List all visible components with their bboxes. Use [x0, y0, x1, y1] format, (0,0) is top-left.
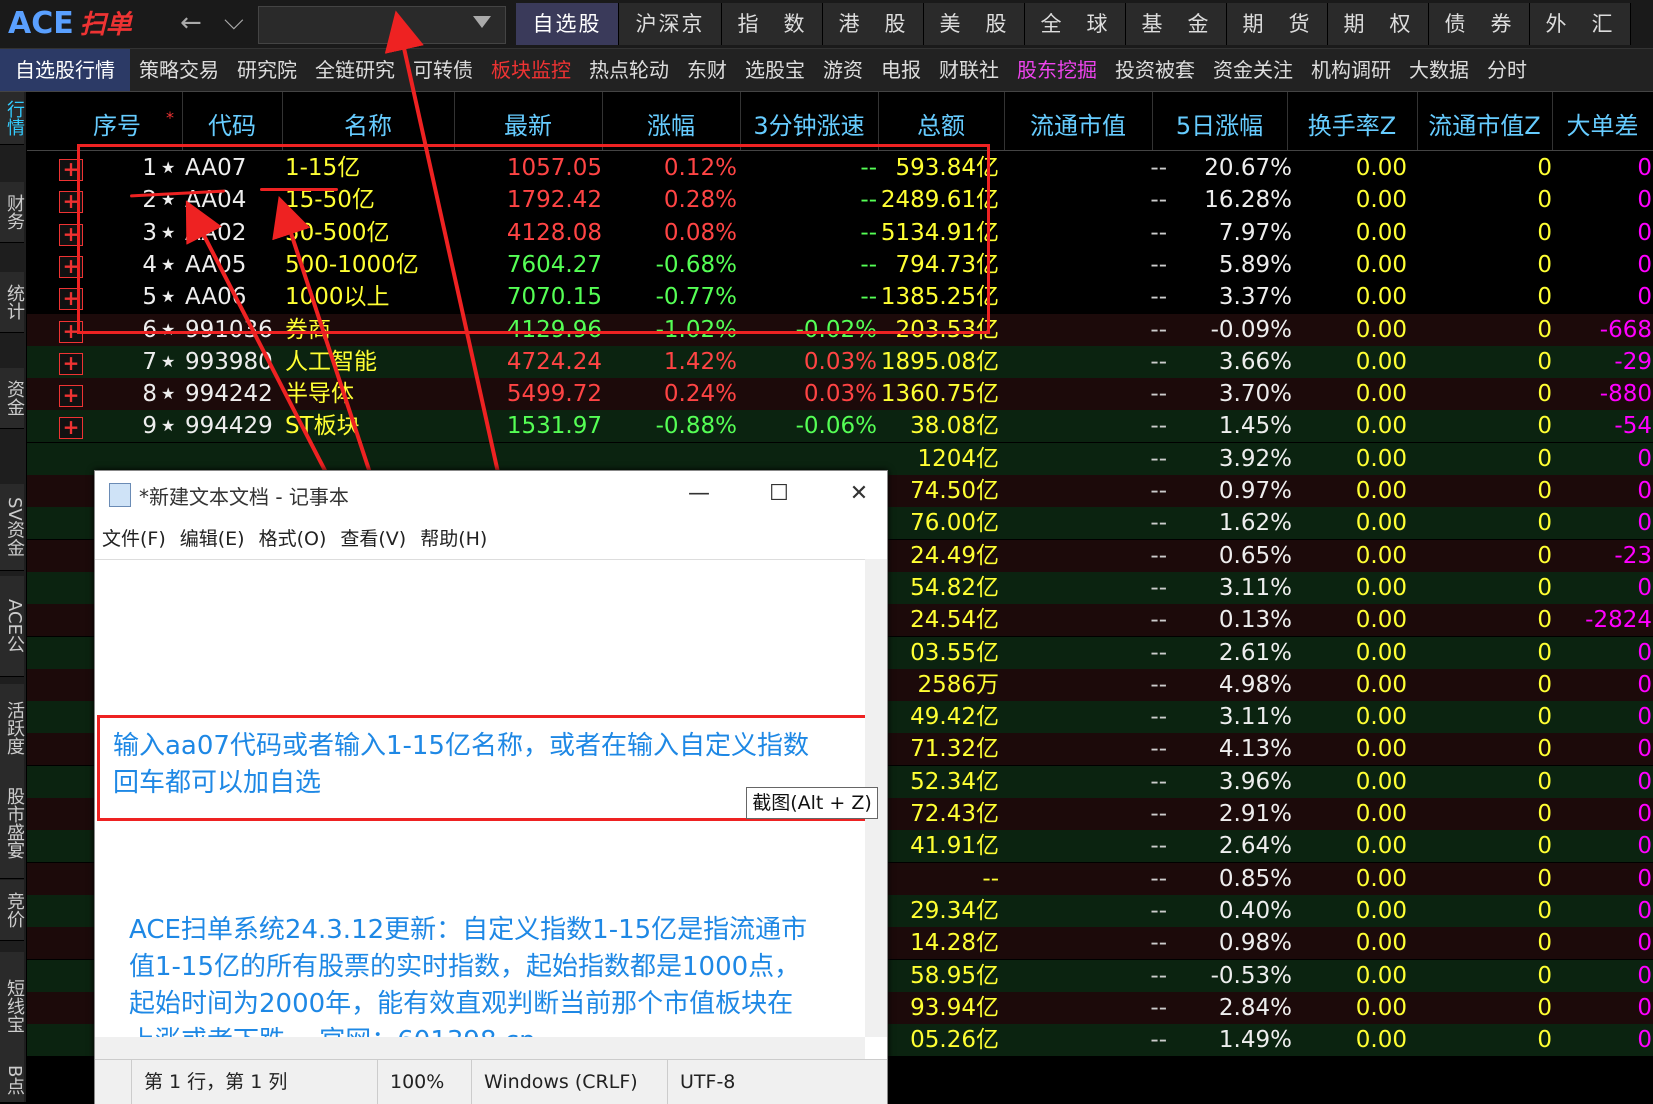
minimize-button[interactable]: —: [679, 479, 719, 509]
note-update-2: 值1-15亿的所有股票的实时指数，起始指数都是1000点，: [129, 952, 801, 982]
notepad-menu-item[interactable]: 查看(V): [333, 519, 413, 559]
note-update-3: 起始时间为2000年，能有效直观判断当前那个市值板块在: [129, 989, 794, 1019]
notepad-menubar: 文件(F) 编辑(E) 格式(O) 查看(V) 帮助(H): [95, 519, 887, 559]
notepad-icon: [109, 483, 131, 507]
status-eol: Windows (CRLF): [471, 1060, 674, 1104]
notepad-menu-item[interactable]: 帮助(H): [413, 519, 494, 559]
notepad-menu-item[interactable]: 文件(F): [95, 519, 173, 559]
status-position: 第 1 行，第 1 列: [131, 1060, 354, 1104]
horizontal-scrollbar[interactable]: [95, 1037, 865, 1059]
maximize-button[interactable]: ☐: [759, 479, 799, 509]
note-line-1: 输入aa07代码或者输入1-15亿名称，或者在输入自定义指数: [113, 731, 809, 761]
notepad-menu-item[interactable]: 编辑(E): [173, 519, 252, 559]
notepad-statusbar: 第 1 行，第 1 列 100% Windows (CRLF) UTF-8: [95, 1059, 887, 1104]
screenshot-tooltip: 截图(Alt + Z): [746, 787, 878, 819]
close-button[interactable]: ✕: [839, 479, 879, 509]
note-update-1: ACE扫单系统24.3.12更新：自定义指数1-15亿是指流通市: [129, 915, 808, 945]
notepad-title: *新建文本文档 - 记事本: [139, 485, 349, 509]
notepad-titlebar[interactable]: *新建文本文档 - 记事本 — ☐ ✕: [95, 471, 887, 519]
notepad-menu-item[interactable]: 格式(O): [252, 519, 334, 559]
note-line-2: 回车都可以加自选: [113, 768, 322, 798]
status-encoding: UTF-8: [667, 1060, 800, 1104]
